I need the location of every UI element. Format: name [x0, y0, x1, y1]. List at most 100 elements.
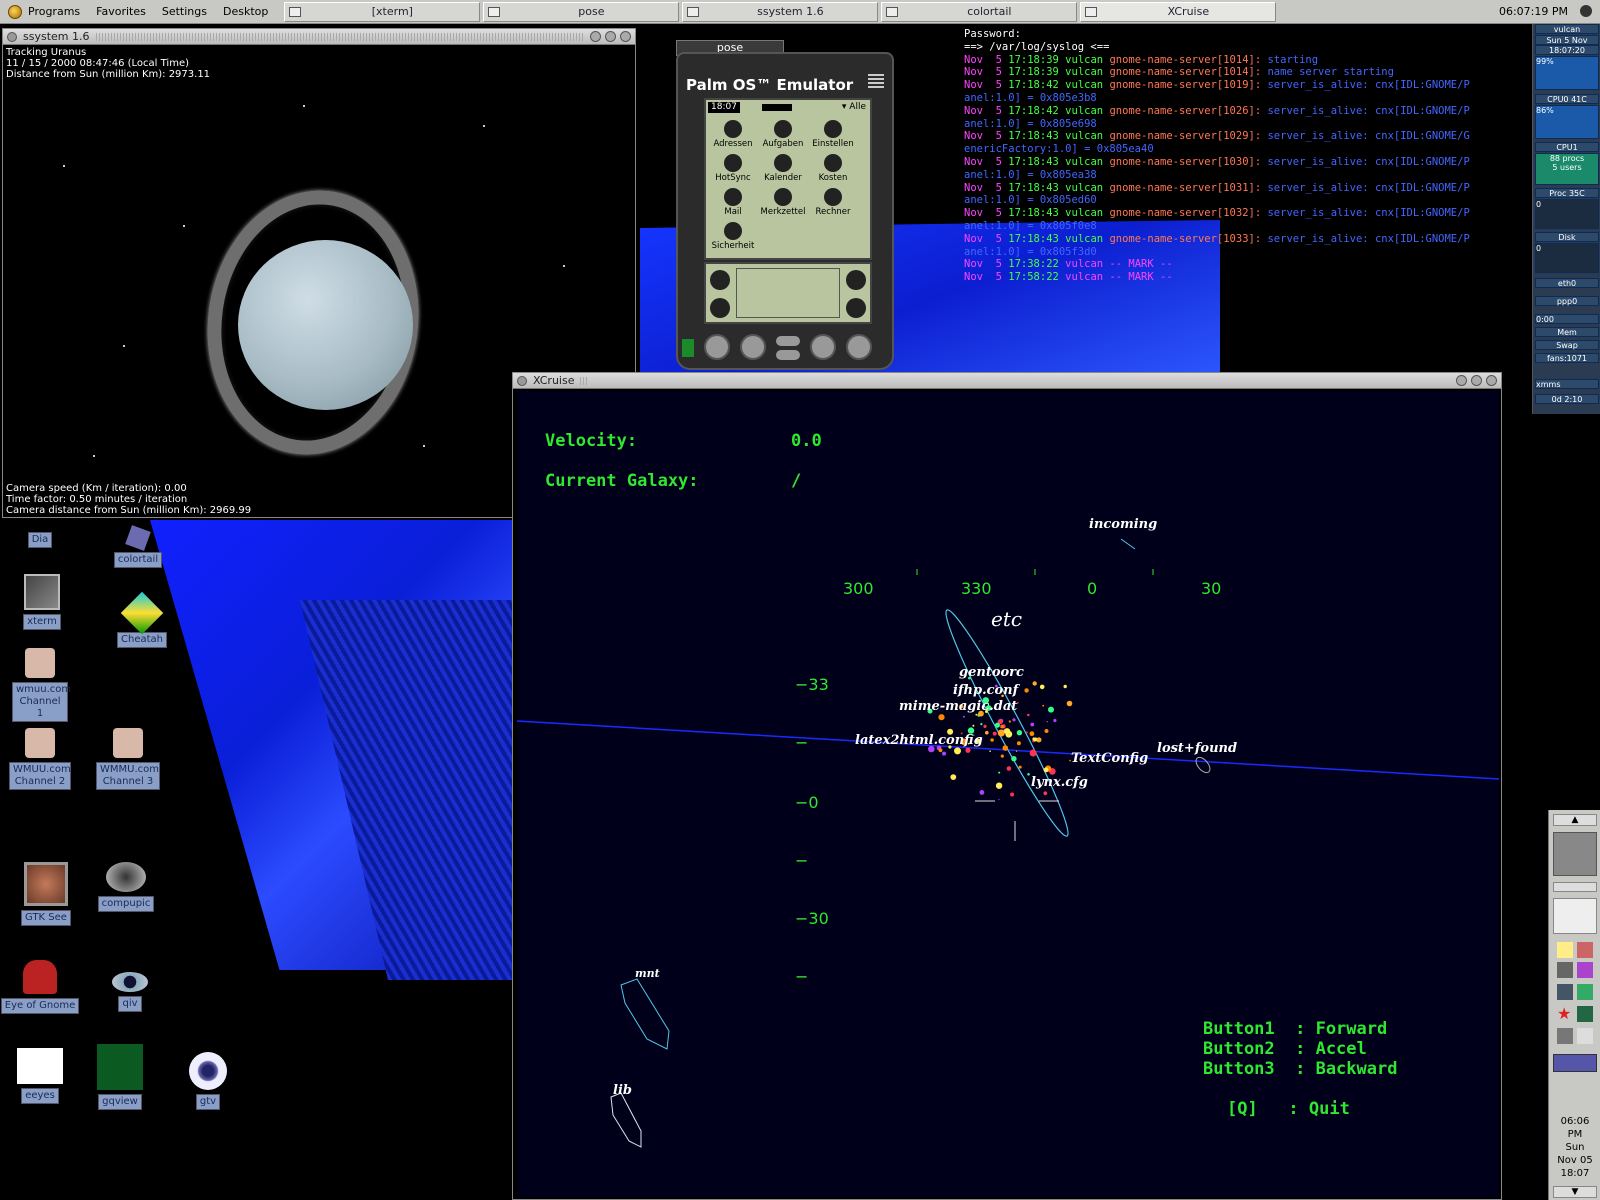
maximize-icon[interactable]: [605, 31, 616, 42]
memo-button[interactable]: [846, 334, 872, 360]
log-continuation: enericFactory:1.0] = 0x805ea40: [964, 143, 1154, 156]
desktop-icon-compupic[interactable]: compupic: [86, 862, 166, 912]
app-hotsync[interactable]: HotSync: [708, 154, 758, 183]
calc-icon[interactable]: [846, 270, 866, 290]
desktop-icon-gqview[interactable]: gqview: [80, 1044, 160, 1110]
desktop-icon-wmuu1[interactable]: wmuu.com Channel 1: [0, 648, 80, 722]
favorites-menu[interactable]: Favorites: [88, 1, 154, 23]
dock-up-arrow-icon[interactable]: ▲: [1553, 814, 1597, 826]
app-aufgaben[interactable]: Aufgaben: [758, 120, 808, 149]
app-kalender[interactable]: Kalender: [758, 154, 808, 183]
close-icon[interactable]: [1486, 375, 1497, 386]
galaxy-center-label[interactable]: etc: [991, 607, 1022, 631]
graffiti-area[interactable]: [704, 262, 872, 324]
ssystem-titlebar[interactable]: ssystem 1.6: [3, 29, 635, 45]
app-sicherheit[interactable]: Sicherheit: [708, 222, 758, 251]
desktop-icon-cheatah[interactable]: Cheatah: [102, 591, 182, 648]
desktop-icon-wmuu3[interactable]: WMMU.com Channel 3: [88, 728, 168, 790]
file-label-latex2html[interactable]: latex2html.config: [855, 733, 983, 748]
pager-icon[interactable]: [1553, 898, 1597, 934]
find-icon[interactable]: [846, 298, 866, 318]
galaxy-label-lib[interactable]: lib: [613, 1083, 632, 1098]
launcher-icon[interactable]: [1577, 942, 1593, 958]
palm-time[interactable]: 18:07: [708, 102, 740, 113]
launcher-icon[interactable]: [1577, 962, 1593, 978]
app-mail[interactable]: Mail: [708, 188, 758, 217]
task-xterm[interactable]: [xterm]: [284, 1, 481, 22]
close-icon[interactable]: [620, 31, 631, 42]
task-pose[interactable]: pose: [483, 1, 680, 22]
file-label-textconfig[interactable]: TextConfig: [1071, 751, 1148, 766]
file-label-lynx-cfg[interactable]: lynx.cfg: [1031, 775, 1088, 790]
galaxy-label-lost-found[interactable]: lost+found: [1157, 741, 1237, 756]
minimize-icon[interactable]: [590, 31, 601, 42]
launcher-icon[interactable]: [1577, 1006, 1593, 1022]
address-button[interactable]: [740, 334, 766, 360]
launcher-icon[interactable]: [1557, 962, 1573, 978]
launcher-icon[interactable]: [1577, 1028, 1593, 1044]
app-adressen[interactable]: Adressen: [708, 120, 758, 149]
launcher-icon[interactable]: [1557, 984, 1573, 1000]
scroll-up-button[interactable]: [776, 336, 800, 346]
pitch-tick-minor: −: [795, 733, 809, 752]
maximize-icon[interactable]: [1471, 375, 1482, 386]
desktop-icon-qiv[interactable]: qiv: [90, 972, 170, 1012]
minimize-icon[interactable]: [1456, 375, 1467, 386]
desktop-menu[interactable]: Desktop: [215, 1, 276, 23]
file-label-mime-magic[interactable]: mime-magic.dat: [899, 699, 1017, 714]
lightbulb-icon[interactable]: [1557, 942, 1573, 958]
app-merkzettel[interactable]: Merkzettel: [758, 188, 808, 217]
home-icon[interactable]: [710, 270, 730, 290]
task-ssystem[interactable]: ssystem 1.6: [682, 1, 879, 22]
graffiti-writing-box[interactable]: [736, 268, 840, 318]
dock-down-arrow-icon[interactable]: ▼: [1553, 1186, 1597, 1198]
menu-icon[interactable]: [710, 298, 730, 318]
window-menu-icon[interactable]: [517, 375, 527, 386]
log-line: anel:1.0] = 0x805e3b8: [964, 92, 1484, 105]
desktop-icon-dia[interactable]: Dia: [0, 532, 80, 548]
desktop-icon-colortail[interactable]: colortail: [98, 525, 178, 568]
file-particle: [1025, 731, 1028, 734]
desktop-icon-xeyes[interactable]: eeyes: [0, 1048, 80, 1104]
palm-menu-icon[interactable]: [868, 74, 884, 90]
log-host: vulcan: [1065, 104, 1110, 117]
launcher-icon[interactable]: [1557, 1028, 1573, 1044]
desktop-icon-wmuu2[interactable]: WMUU.com Channel 2: [0, 728, 80, 790]
task-colortail[interactable]: colortail: [881, 1, 1078, 22]
programs-menu[interactable]: Programs: [0, 1, 88, 23]
desktop-icon-xterm[interactable]: xterm: [2, 574, 82, 630]
panel-clock[interactable]: 06:07:19 PM: [1499, 5, 1568, 18]
scroll-down-button[interactable]: [776, 350, 800, 360]
app-einstellen[interactable]: Einstellen: [808, 120, 858, 149]
gnome-foot-icon[interactable]: [1553, 832, 1597, 876]
launcher-icon[interactable]: [1577, 984, 1593, 1000]
file-particle: [1011, 756, 1017, 762]
task-xcruise[interactable]: XCruise: [1080, 1, 1277, 22]
xcruise-viewport[interactable]: Velocity: 0.0 Current Galaxy: / 300 330 …: [517, 391, 1499, 1197]
gnome-panel: Programs Favorites Settings Desktop [xte…: [0, 0, 1600, 24]
volume-icon[interactable]: [1553, 1054, 1597, 1072]
desktop-icon-eye-of-gnome[interactable]: Eye of Gnome: [0, 960, 80, 1014]
app-kosten[interactable]: Kosten: [808, 154, 858, 183]
file-label-gentoorc[interactable]: gentoorc: [959, 665, 1024, 680]
datebook-button[interactable]: [704, 334, 730, 360]
app-rechner[interactable]: Rechner: [808, 188, 858, 217]
xcruise-titlebar[interactable]: XCruise: [513, 373, 1501, 389]
dock-collapse-icon[interactable]: [1553, 882, 1597, 892]
desktop-icon-gtksee[interactable]: GTK See: [6, 862, 86, 926]
gqview-icon: [97, 1044, 143, 1090]
gnome-logo-icon[interactable]: [1578, 3, 1594, 19]
right-dock: ▲ ★ 06:06 PM Sun Nov 05 18:07 ▼: [1548, 810, 1600, 1200]
galaxy-label-mnt[interactable]: mnt: [635, 967, 660, 980]
gk-xmms[interactable]: xmms: [1535, 379, 1599, 389]
desktop-icon-gtv[interactable]: gtv: [168, 1052, 248, 1110]
category-dropdown[interactable]: ▾ Alle: [842, 102, 866, 112]
settings-menu[interactable]: Settings: [154, 1, 215, 23]
galaxy-label-incoming[interactable]: incoming: [1089, 517, 1157, 532]
window-menu-icon[interactable]: [7, 31, 17, 42]
dock-clock[interactable]: 06:06 PM Sun Nov 05 18:07: [1553, 1115, 1597, 1180]
star-icon[interactable]: ★: [1557, 1006, 1573, 1022]
file-particle: [1006, 766, 1012, 771]
todo-button[interactable]: [810, 334, 836, 360]
file-label-ifhp-conf[interactable]: ifhp.conf: [953, 683, 1018, 698]
